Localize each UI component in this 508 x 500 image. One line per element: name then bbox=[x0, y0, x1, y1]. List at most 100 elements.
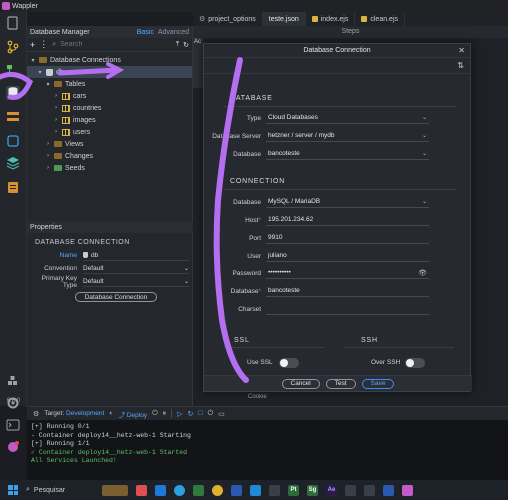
stop-icon[interactable]: □ bbox=[198, 410, 202, 417]
db-type-select[interactable]: MySQL / MariaDB ⌄ bbox=[266, 196, 429, 208]
app-icon[interactable] bbox=[269, 484, 280, 496]
tree-item-table[interactable]: › cars bbox=[27, 90, 192, 102]
wappler-taskbar-icon[interactable] bbox=[402, 484, 413, 496]
chevron-down-icon[interactable]: ▾ bbox=[30, 57, 36, 64]
app-icon[interactable] bbox=[345, 484, 356, 496]
tab-teste-json[interactable]: teste.json bbox=[262, 12, 306, 26]
database-name-input[interactable]: bancoteste bbox=[266, 285, 429, 297]
upload-icon[interactable]: ⤒ bbox=[176, 41, 179, 49]
tree-item-table[interactable]: › countries bbox=[27, 102, 192, 114]
chevron-right-icon[interactable]: › bbox=[45, 165, 51, 171]
taskbar-search[interactable]: ⌕ Pesquisar bbox=[26, 486, 96, 494]
tree-item-changes[interactable]: › Changes bbox=[27, 150, 192, 162]
chevron-right-icon[interactable]: › bbox=[53, 129, 59, 135]
charset-input[interactable] bbox=[266, 303, 429, 315]
terminal-icon[interactable] bbox=[6, 418, 20, 432]
mode-advanced-toggle[interactable]: Advanced bbox=[158, 29, 189, 36]
convention-select[interactable]: Default ⌄ bbox=[83, 264, 189, 274]
chevron-right-icon[interactable]: › bbox=[45, 153, 51, 159]
name-field[interactable]: db bbox=[83, 251, 189, 261]
chevron-right-icon[interactable]: › bbox=[45, 141, 51, 147]
sort-icon[interactable]: ⇅ bbox=[457, 61, 464, 70]
notifications-icon[interactable] bbox=[6, 440, 20, 454]
tree-item-db[interactable]: ▾ db bbox=[27, 66, 192, 78]
server-connect-icon[interactable] bbox=[6, 110, 20, 124]
database-select[interactable]: bancoteste ⌄ bbox=[266, 148, 429, 160]
refresh-icon[interactable]: ↻ bbox=[188, 410, 194, 418]
tree-item-connections[interactable]: ▾ Database Connections bbox=[27, 54, 192, 66]
database-name-value: bancoteste bbox=[268, 287, 300, 294]
target-selector[interactable]: Target: Development bbox=[44, 410, 104, 417]
close-icon[interactable]: ✕ bbox=[458, 46, 465, 55]
port-input[interactable]: 9910 bbox=[266, 232, 429, 244]
globe-icon[interactable]: ◐ bbox=[109, 410, 113, 417]
host-input[interactable]: 195.201.234.62 bbox=[266, 214, 429, 226]
tree-item-tables[interactable]: ▾ Tables bbox=[27, 78, 192, 90]
app-icon[interactable] bbox=[193, 484, 204, 496]
user-input[interactable]: juliano bbox=[266, 250, 429, 262]
chrome-browser-icon[interactable] bbox=[212, 484, 223, 496]
power-icon[interactable]: ⏻ bbox=[208, 410, 214, 418]
eye-icon[interactable]: 👁 bbox=[418, 269, 429, 277]
cancel-button[interactable]: Cancel bbox=[281, 378, 320, 389]
pause-icon[interactable]: ⏸ bbox=[163, 410, 167, 418]
chevron-right-icon[interactable]: › bbox=[53, 105, 59, 111]
app-icon[interactable] bbox=[136, 484, 147, 496]
play-icon[interactable]: ▷ bbox=[177, 410, 182, 418]
weather-widget-icon[interactable] bbox=[102, 484, 128, 496]
clipboard-icon[interactable] bbox=[6, 180, 20, 194]
tree-item-views[interactable]: › Views bbox=[27, 138, 192, 150]
use-ssl-toggle[interactable] bbox=[279, 358, 299, 368]
chevron-right-icon[interactable]: › bbox=[53, 93, 59, 99]
tree-item-table[interactable]: › users bbox=[27, 126, 192, 138]
type-select[interactable]: Cloud Databases ⌄ bbox=[266, 112, 429, 124]
power-icon[interactable]: ⏻ bbox=[152, 410, 158, 418]
chevron-down-icon[interactable]: ▾ bbox=[45, 81, 51, 88]
workflows-icon[interactable] bbox=[6, 64, 20, 78]
deploy-button[interactable]: ⤴ Deploy bbox=[119, 409, 148, 419]
file-explorer-icon[interactable] bbox=[155, 484, 166, 496]
server-select[interactable]: hetzner / server / mydb ⌄ bbox=[266, 130, 429, 142]
database-manager-icon[interactable] bbox=[6, 86, 20, 100]
pages-icon[interactable] bbox=[6, 16, 20, 30]
settings-gear-icon[interactable]: ⚙ bbox=[33, 410, 39, 418]
git-icon[interactable] bbox=[6, 40, 20, 54]
search-input[interactable] bbox=[60, 39, 153, 50]
chevron-right-icon[interactable]: › bbox=[53, 117, 59, 123]
add-icon[interactable]: + bbox=[30, 40, 35, 50]
database-connection-button[interactable]: Database Connection bbox=[75, 292, 157, 302]
app-icon[interactable] bbox=[383, 484, 394, 496]
primary-key-select[interactable]: Default ⌄ bbox=[83, 277, 189, 287]
save-button[interactable]: Save bbox=[361, 378, 395, 389]
more-icon[interactable]: ⋮ bbox=[39, 39, 48, 50]
project-app-icon[interactable]: Pt bbox=[288, 484, 299, 496]
tab-clean-ejs[interactable]: clean.ejs bbox=[355, 12, 406, 26]
sheets-app-icon[interactable]: Sg bbox=[307, 484, 318, 496]
app-icon[interactable] bbox=[364, 484, 375, 496]
app-icon[interactable] bbox=[231, 484, 242, 496]
api-icon[interactable] bbox=[6, 134, 20, 148]
db-type-value: MySQL / MariaDB bbox=[268, 198, 321, 205]
database-section-title: DATABASE bbox=[230, 95, 273, 102]
tab-index-ejs[interactable]: index.ejs bbox=[306, 12, 356, 26]
extensions-icon[interactable] bbox=[6, 374, 20, 388]
folder-icon bbox=[39, 57, 47, 63]
test-button[interactable]: Test bbox=[325, 378, 356, 389]
password-input[interactable]: •••••••••• 👁 bbox=[266, 267, 429, 279]
mode-basic-toggle[interactable]: Basic bbox=[137, 29, 154, 36]
tree-item-seeds[interactable]: › Seeds bbox=[27, 162, 192, 174]
terminal-output[interactable]: [+] Running 0/1 - Container deploy14__he… bbox=[27, 420, 508, 480]
vscode-icon[interactable] bbox=[250, 484, 261, 496]
chevron-down-icon[interactable]: ▾ bbox=[37, 69, 43, 76]
layers-icon[interactable] bbox=[6, 156, 20, 170]
tab-project-options[interactable]: ⚙ project_options bbox=[193, 12, 263, 26]
monitor-icon[interactable]: ▭ bbox=[218, 410, 225, 418]
divider bbox=[344, 347, 454, 348]
after-effects-icon[interactable]: Ae bbox=[326, 484, 337, 496]
tree-item-table[interactable]: › images bbox=[27, 114, 192, 126]
windows-start-icon[interactable] bbox=[8, 485, 18, 495]
connection-section-title: CONNECTION bbox=[230, 178, 286, 185]
edge-browser-icon[interactable] bbox=[174, 484, 185, 496]
over-ssh-toggle[interactable] bbox=[405, 358, 425, 368]
refresh-icon[interactable]: ↻ bbox=[183, 41, 189, 49]
